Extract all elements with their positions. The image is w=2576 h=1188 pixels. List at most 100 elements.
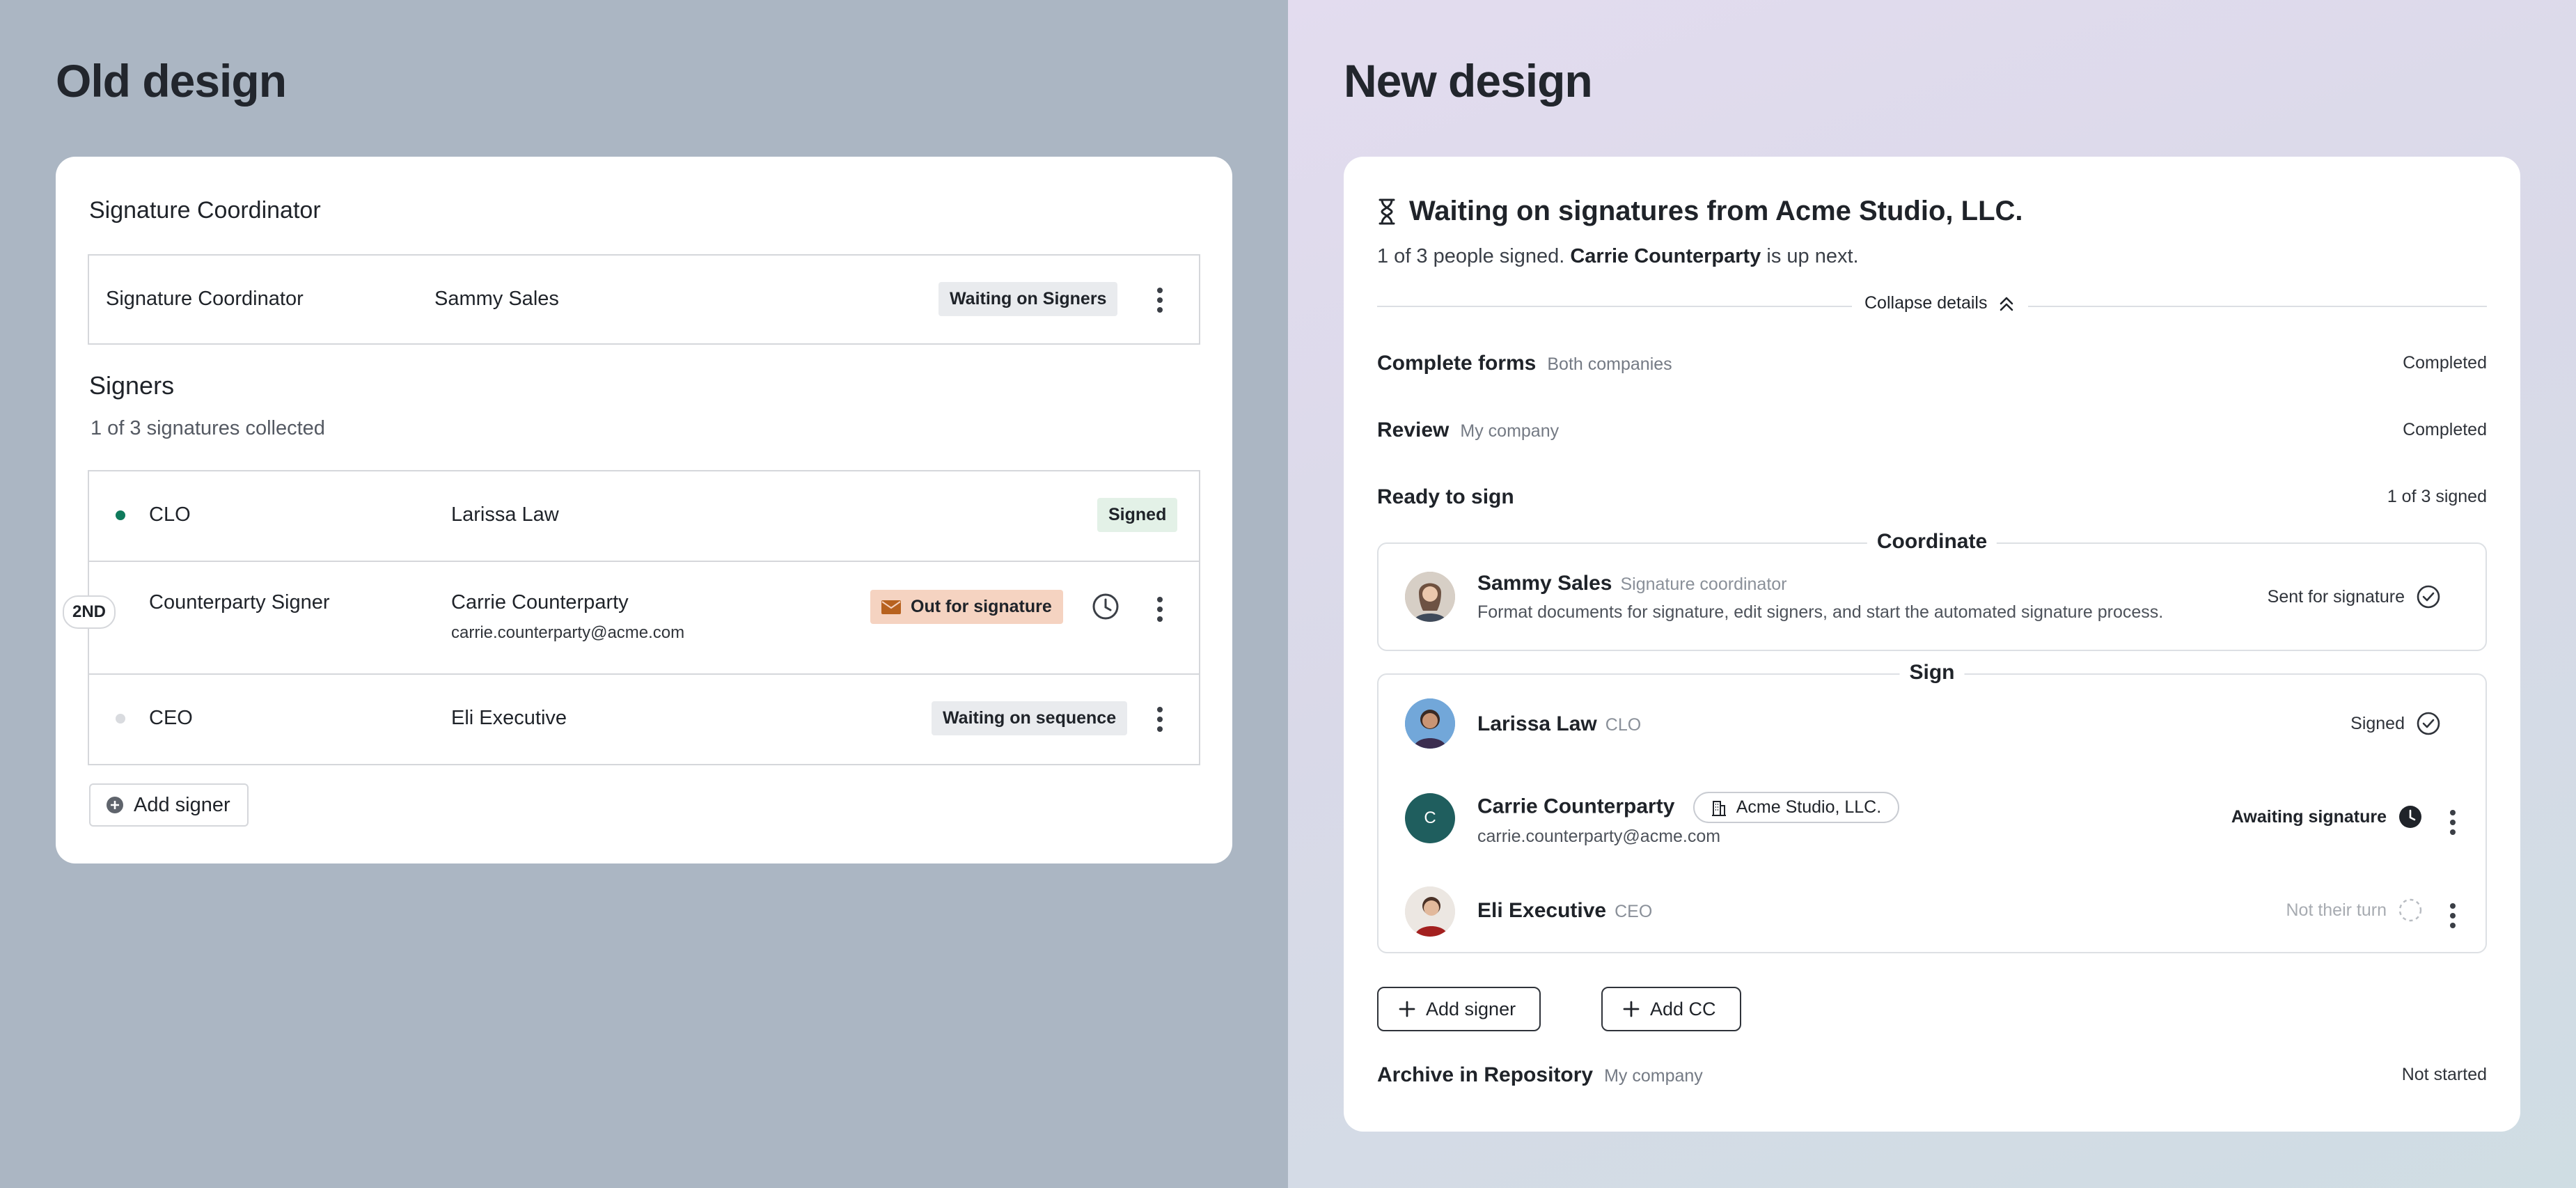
new-design-card: Waiting on signatures from Acme Studio, … <box>1344 157 2520 1132</box>
signer-role: CEO <box>149 707 193 729</box>
group-label: Coordinate <box>1867 530 1997 554</box>
signing-order-badge: 2ND <box>63 595 116 629</box>
person-role: Signature coordinator <box>1620 575 1787 594</box>
old-design-card: Signature Coordinator Signature Coordina… <box>56 157 1232 863</box>
check-circle-icon <box>2417 585 2440 609</box>
step-status: Completed <box>2403 420 2487 439</box>
signer-name: Larissa Law <box>451 503 559 526</box>
coordinator-description: Format documents for signature, edit sig… <box>1477 602 2164 622</box>
signers-title: Signers <box>89 371 175 400</box>
more-options-icon[interactable] <box>2449 810 2456 835</box>
avatar <box>1405 572 1455 622</box>
person-name-text: Carrie Counterparty <box>1477 795 1675 818</box>
step-title-text: Archive in Repository <box>1377 1063 1594 1086</box>
old-design-heading: Old design <box>56 55 287 107</box>
company-chip[interactable]: Acme Studio, LLC. <box>1693 792 1900 823</box>
more-options-icon[interactable] <box>2449 903 2456 928</box>
sign-group: Sign Larissa Law CLO Signed C Carrie Coun… <box>1377 661 2487 953</box>
avatar <box>1405 886 1455 937</box>
person-role: CLO <box>1605 715 1642 735</box>
avatar <box>1405 698 1455 749</box>
person-name-text: Eli Executive <box>1477 899 1607 922</box>
signers-table: CLO Larissa Law Signed 2ND Counterparty … <box>63 470 1200 765</box>
clock-icon[interactable] <box>1092 593 1120 620</box>
person-name: Carrie Counterparty Acme Studio, LLC. <box>1477 792 1900 823</box>
person-status-text: Awaiting signature <box>2231 806 2387 827</box>
more-options-icon[interactable] <box>1156 597 1163 622</box>
progress-summary-prefix: 1 of 3 people signed. <box>1377 245 1565 267</box>
person-name-text: Sammy Sales <box>1477 572 1612 595</box>
envelope-icon <box>881 600 901 614</box>
group-label: Sign <box>1899 661 1965 685</box>
step-subtitle: Both companies <box>1547 354 1672 374</box>
pending-status-dot <box>116 714 125 724</box>
coordinator-name: Sammy Sales <box>434 288 559 310</box>
person-name: Eli Executive CEO <box>1477 899 1652 923</box>
dashed-circle-icon <box>2398 898 2422 922</box>
person-status-text: Sent for signature <box>2267 586 2405 607</box>
step-subtitle: My company <box>1460 421 1560 441</box>
page-title-text: Waiting on signatures from Acme Studio, … <box>1409 196 2023 226</box>
workflow-step: Complete forms Both companies Completed <box>1377 352 2487 380</box>
chevrons-up-icon <box>2000 297 2013 311</box>
person-role: CEO <box>1615 902 1653 921</box>
signer-email: carrie.counterparty@acme.com <box>451 623 685 642</box>
workflow-step: Ready to sign 1 of 3 signed <box>1377 485 2487 513</box>
status-badge: Waiting on Signers <box>938 282 1118 316</box>
person-status: Not their turn <box>2286 898 2451 923</box>
step-title-text: Review <box>1377 419 1450 441</box>
add-signer-label: Add signer <box>134 793 230 816</box>
more-options-icon[interactable] <box>1156 707 1163 732</box>
workflow-step: Archive in Repository My company Not star… <box>1377 1063 2487 1091</box>
person-status: Sent for signature <box>2268 584 2441 609</box>
signers-summary: 1 of 3 signatures collected <box>91 417 325 439</box>
progress-summary-suffix: is up next. <box>1766 245 1859 267</box>
status-badge: Out for signature <box>870 590 1063 624</box>
building-icon <box>1711 800 1726 816</box>
add-cc-label: Add CC <box>1650 998 1716 1019</box>
add-signer-button[interactable]: Add signer <box>89 783 249 827</box>
coordinator-section-title: Signature Coordinator <box>89 197 321 224</box>
add-signer-label: Add signer <box>1426 998 1516 1019</box>
more-options-icon[interactable] <box>1156 288 1163 313</box>
person-status: Awaiting signature <box>2231 804 2451 829</box>
status-badge: Waiting on sequence <box>932 701 1128 735</box>
coordinator-row: Signature Coordinator Sammy Sales Waitin… <box>88 254 1200 345</box>
progress-summary: 1 of 3 people signed. Carrie Counterpart… <box>1377 245 1859 268</box>
person-name: Sammy Sales Signature coordinator <box>1477 572 1787 595</box>
add-cc-button[interactable]: Add CC <box>1601 987 1741 1031</box>
person-name: Larissa Law CLO <box>1477 712 1641 736</box>
signed-status-dot <box>116 510 125 520</box>
step-status: Completed <box>2403 353 2487 373</box>
hourglass-icon <box>1379 198 1395 224</box>
step-title: Archive in Repository My company <box>1377 1063 1703 1087</box>
signer-role: CLO <box>149 503 191 526</box>
collapse-details-button[interactable]: Collapse details <box>1852 293 2028 313</box>
step-title-text: Ready to sign <box>1377 485 1514 508</box>
coordinate-group: Coordinate Sammy Sales Signature coordina… <box>1377 530 2487 651</box>
plus-icon <box>1623 1001 1640 1017</box>
row-divider <box>89 673 1199 675</box>
new-design-heading: New design <box>1344 55 1593 107</box>
step-status: Not started <box>2401 1065 2487 1084</box>
add-signer-button[interactable]: Add signer <box>1377 987 1541 1031</box>
person-status-text: Signed <box>2350 713 2405 733</box>
step-status: 1 of 3 signed <box>2387 487 2487 506</box>
step-subtitle: My company <box>1604 1066 1703 1086</box>
avatar: C <box>1405 793 1455 843</box>
person-status-text: Not their turn <box>2286 900 2387 920</box>
company-name: Acme Studio, LLC. <box>1736 797 1882 817</box>
status-badge: Signed <box>1097 498 1178 532</box>
coordinator-role: Signature Coordinator <box>106 288 304 310</box>
step-title: Complete forms Both companies <box>1377 352 1672 375</box>
new-design-panel: New design Waiting on signatures from Ac… <box>1288 0 2576 1188</box>
check-circle-icon <box>2417 712 2440 735</box>
person-status: Signed <box>2350 711 2441 736</box>
row-divider <box>89 561 1199 562</box>
workflow-step: Review My company Completed <box>1377 419 2487 446</box>
old-design-panel: Old design Signature Coordinator Signatu… <box>0 0 1288 1188</box>
next-signer-name: Carrie Counterparty <box>1570 245 1761 267</box>
person-name-text: Larissa Law <box>1477 712 1597 735</box>
signer-name: Carrie Counterparty <box>451 591 629 613</box>
status-badge-label: Out for signature <box>911 597 1052 616</box>
